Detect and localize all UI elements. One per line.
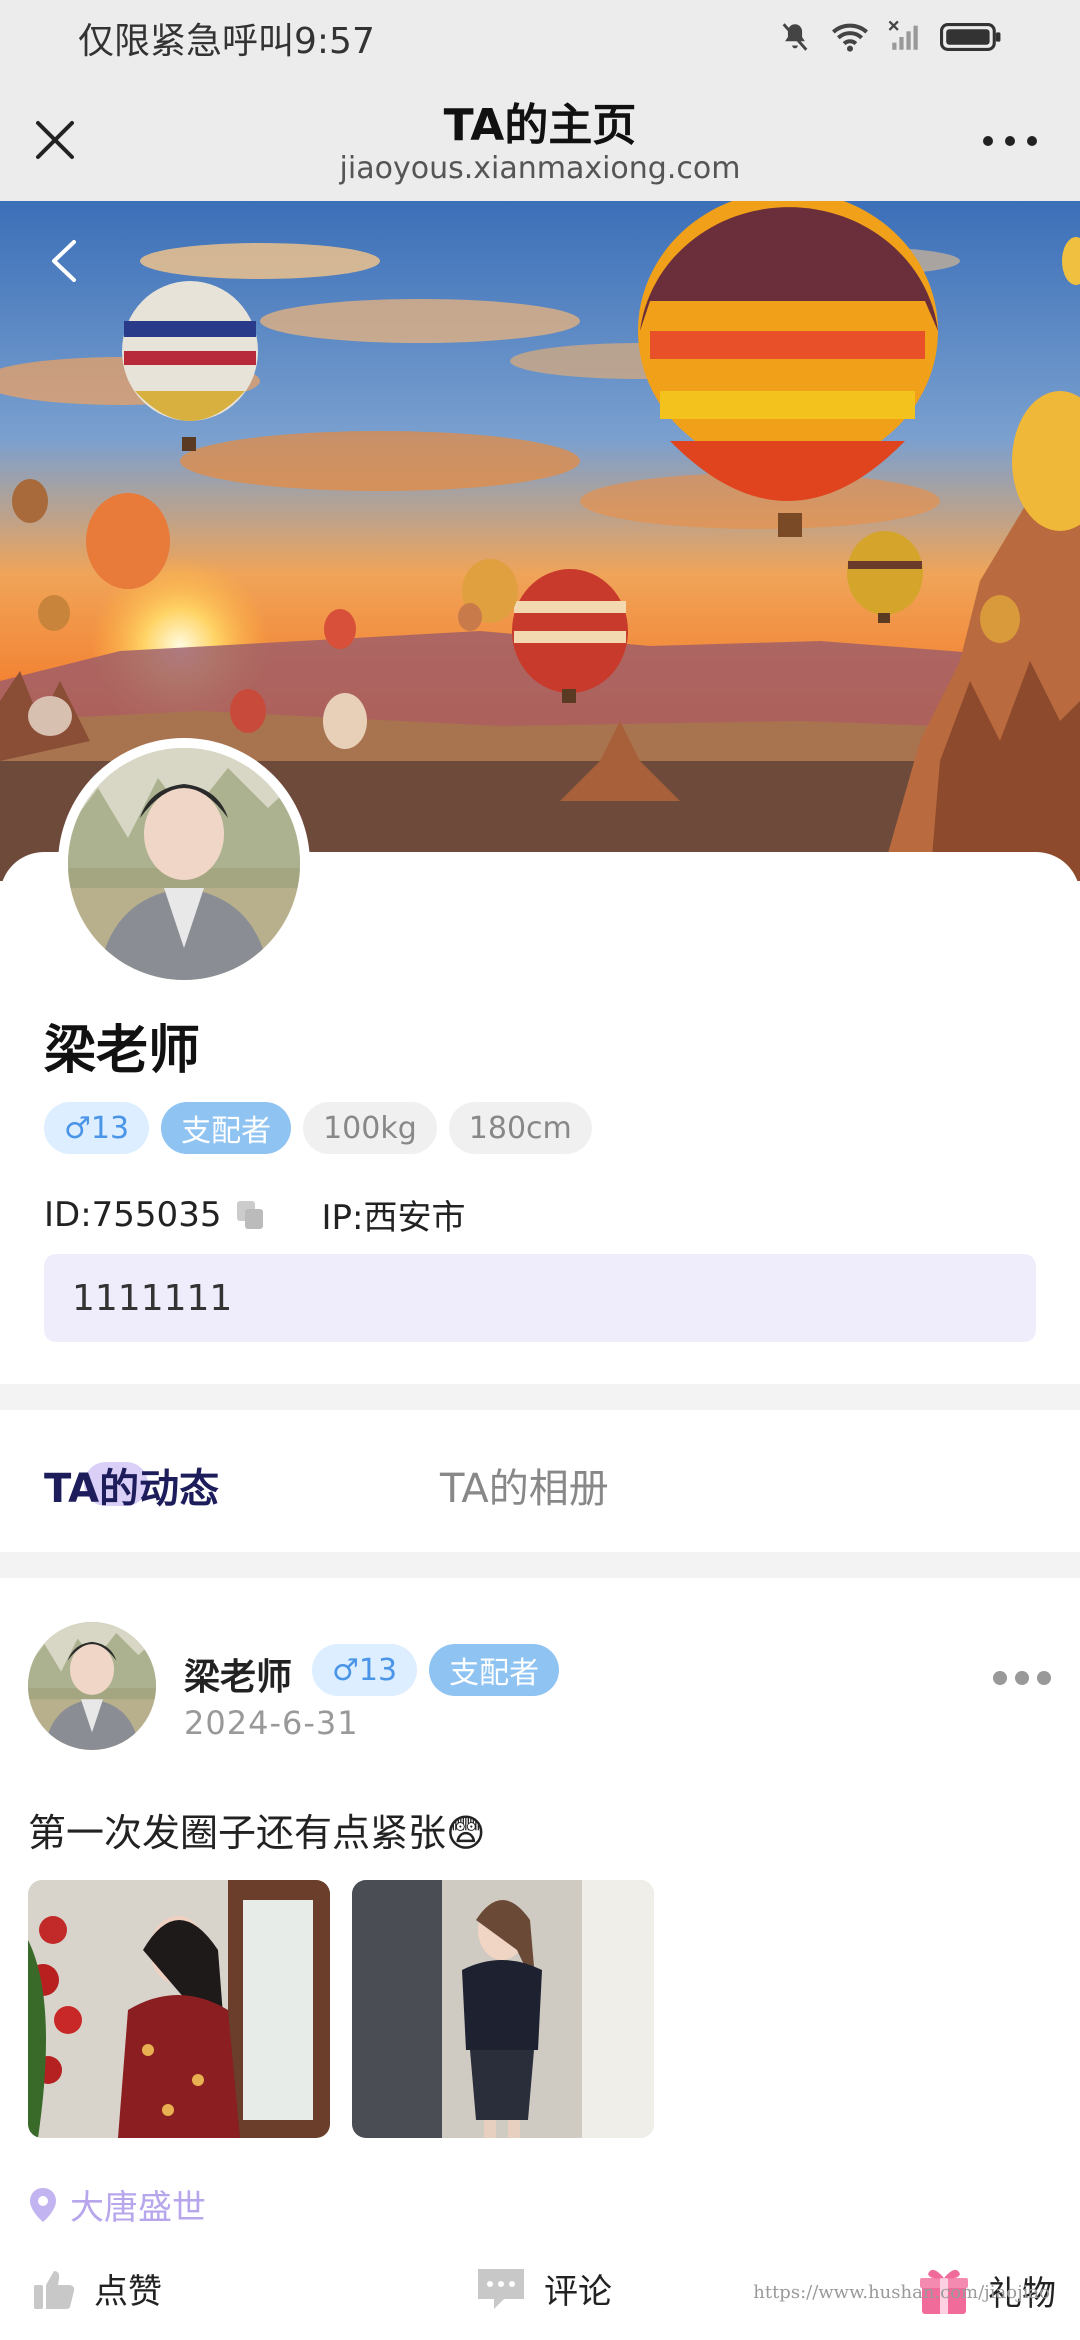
tab-posts[interactable]: TA的动态	[44, 1456, 219, 1514]
title-bar: TA的主页 jiaoyous.xianmaxiong.com	[0, 75, 1080, 201]
post-date: 2024-6-31	[184, 1704, 359, 1742]
post-photo[interactable]	[28, 1880, 330, 2138]
bio-box: 1111111	[44, 1254, 1036, 1342]
location-pin-icon	[30, 2187, 56, 2222]
height-label: 180cm	[468, 1110, 572, 1146]
post-text: 第一次发圈子还有点紧张😨	[28, 1811, 486, 1855]
more-icon[interactable]	[980, 131, 1040, 151]
back-arrow-icon[interactable]	[44, 236, 84, 286]
comment-label: 评论	[544, 2272, 612, 2312]
post-gender-age-label: ♂13	[332, 1652, 398, 1688]
tab-bar: TA的动态 TA的相册	[0, 1412, 1080, 1552]
like-label: 点赞	[94, 2272, 162, 2312]
ip-location: IP:西安市	[321, 1198, 466, 1238]
thumbs-up-icon	[34, 2270, 75, 2309]
post-more-icon[interactable]	[992, 1668, 1052, 1688]
signal-icon	[888, 20, 918, 50]
post-author-avatar[interactable]	[28, 1622, 156, 1750]
bell-muted-icon	[782, 23, 808, 51]
wifi-icon	[832, 23, 868, 52]
like-button[interactable]: 点赞	[32, 2264, 162, 2313]
gender-age-label: ♂13	[64, 1110, 130, 1146]
post-role-label: 支配者	[449, 1656, 540, 1691]
id-row: ID:755035 IP:西安市	[44, 1190, 465, 1239]
watermark: https://www.hushan.com/jiaojiao	[753, 2282, 1050, 2303]
divider	[0, 1552, 1080, 1578]
page-title: TA的主页	[443, 100, 637, 151]
tab-posts-label: TA的动态	[44, 1466, 220, 1512]
post-location-label: 大唐盛世	[70, 2188, 206, 2228]
post-gender-age-tag: ♂13	[312, 1644, 418, 1696]
weight-label: 100kg	[323, 1110, 417, 1146]
post-photo[interactable]	[352, 1880, 654, 2138]
avatar[interactable]	[58, 738, 310, 990]
status-bar: 仅限紧急呼叫9:57	[0, 0, 1080, 75]
comment-button[interactable]: 评论	[476, 2264, 612, 2313]
gender-age-tag: ♂13	[44, 1102, 150, 1154]
comment-icon	[478, 2268, 524, 2309]
post-author-tags: ♂13 支配者	[312, 1644, 560, 1696]
status-carrier-time: 仅限紧急呼叫9:57	[78, 21, 375, 62]
post-location[interactable]: 大唐盛世	[28, 2180, 206, 2229]
profile-name: 梁老师	[44, 1021, 201, 1081]
battery-icon	[940, 23, 1001, 51]
copy-icon[interactable]	[235, 1199, 265, 1231]
tab-album[interactable]: TA的相册	[440, 1456, 609, 1514]
tab-album-label: TA的相册	[440, 1466, 609, 1512]
post-author-name: 梁老师	[184, 1657, 293, 1698]
page-url: jiaoyous.xianmaxiong.com	[339, 151, 741, 186]
post-photos	[28, 1880, 654, 2138]
profile-tags: ♂13 支配者 100kg 180cm	[44, 1102, 592, 1154]
height-tag: 180cm	[448, 1102, 592, 1154]
user-id: ID:755035	[44, 1194, 222, 1235]
role-label: 支配者	[181, 1114, 272, 1149]
divider	[0, 1384, 1080, 1410]
weight-tag: 100kg	[303, 1102, 437, 1154]
bio-text: 1111111	[72, 1277, 233, 1319]
post-role-tag: 支配者	[429, 1644, 560, 1696]
status-icons	[778, 20, 1002, 54]
post-card: 梁老师 ♂13 支配者 2024-6-31 第一次发圈子还有点紧张😨 大唐盛世 …	[0, 1578, 1080, 2340]
role-tag: 支配者	[161, 1102, 292, 1154]
